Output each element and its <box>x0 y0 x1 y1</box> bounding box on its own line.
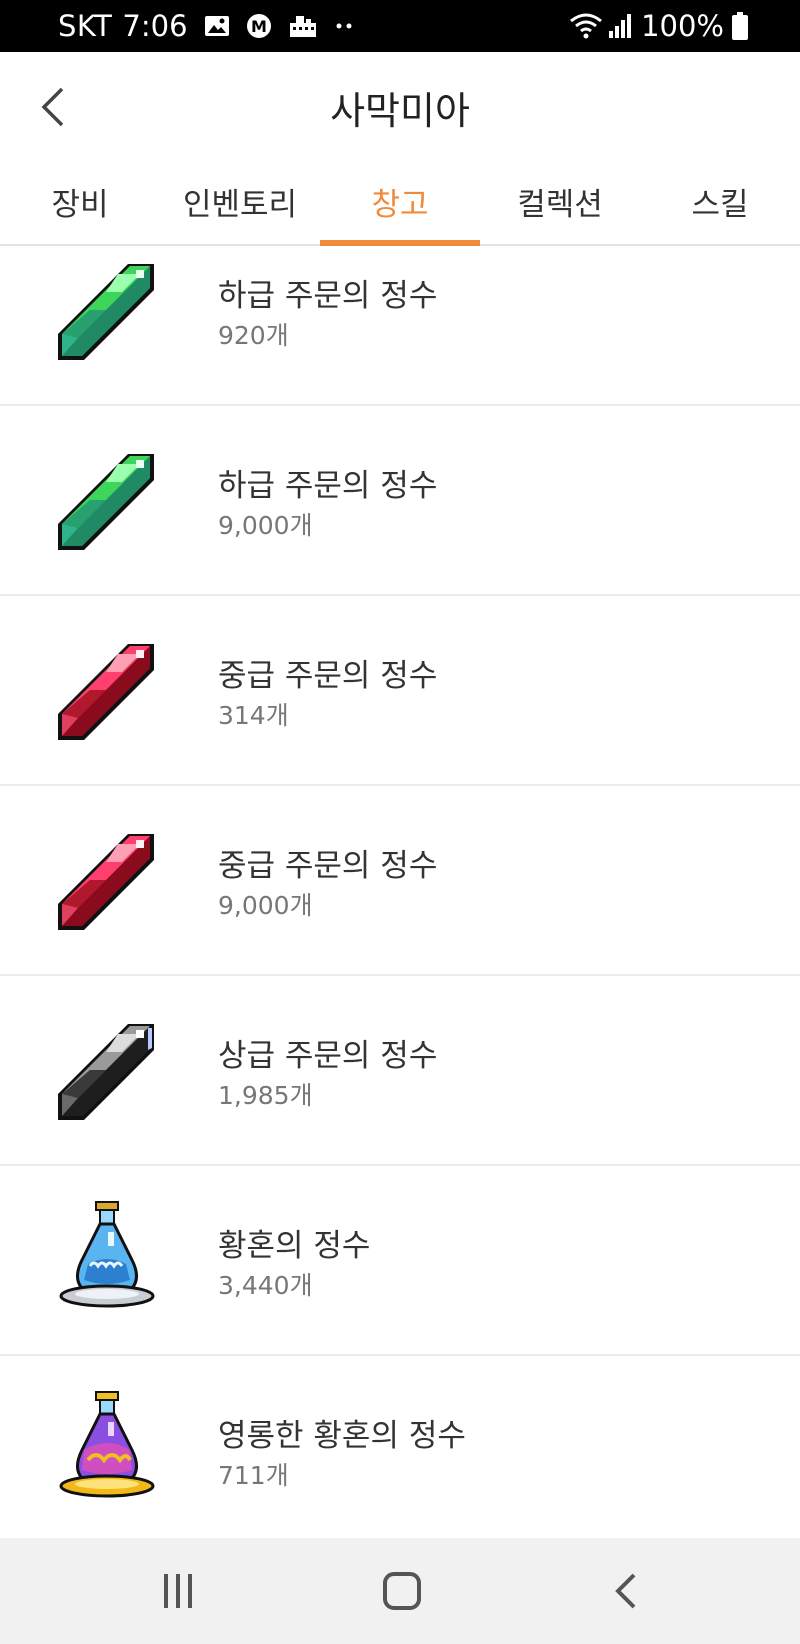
carrier-label: SKT <box>58 9 113 43</box>
signal-icon <box>607 13 633 39</box>
list-item[interactable]: 황혼의 정수 3,440개 <box>0 1166 800 1356</box>
tab-inventory[interactable]: 인벤토리 <box>160 158 320 244</box>
tab-label: 장비 <box>51 186 109 223</box>
red-crystal-icon <box>58 644 154 740</box>
building-icon <box>288 13 318 39</box>
status-bar: SKT 7:06 M 100% <box>0 0 800 52</box>
tab-label: 인벤토리 <box>182 186 298 223</box>
more-dots-icon <box>334 21 356 31</box>
status-left: SKT 7:06 M <box>58 9 356 43</box>
list-item[interactable]: 하급 주문의 정수 920개 <box>0 246 800 406</box>
item-count: 711개 <box>218 1461 289 1490</box>
tab-label: 컬렉션 <box>517 186 603 223</box>
storage-list[interactable]: 하급 주문의 정수 920개 하급 주문의 정수 9,000개 중급 주문의 정… <box>0 246 800 1538</box>
item-count: 920개 <box>218 321 289 350</box>
svg-text:M: M <box>251 17 267 36</box>
item-name: 황혼의 정수 <box>218 1228 371 1264</box>
app-header: 사막미아 <box>0 52 800 158</box>
red-crystal-icon <box>58 834 154 930</box>
green-crystal-icon <box>58 454 154 550</box>
blue-bottle-icon <box>59 1201 155 1308</box>
battery-percent: 100% <box>641 9 724 43</box>
green-crystal-icon <box>58 264 154 360</box>
item-count: 9,000개 <box>218 511 313 540</box>
tab-storage[interactable]: 창고 <box>320 158 480 246</box>
purple-bottle-icon <box>59 1391 155 1498</box>
item-count: 9,000개 <box>218 891 313 920</box>
item-name: 중급 주문의 정수 <box>218 848 438 884</box>
status-right: 100% <box>553 9 748 43</box>
clock: 7:06 <box>122 9 188 43</box>
item-count: 314개 <box>218 701 289 730</box>
home-icon <box>383 1572 421 1610</box>
home-button[interactable] <box>372 1566 432 1616</box>
battery-icon <box>732 12 748 40</box>
list-item[interactable]: 중급 주문의 정수 9,000개 <box>0 786 800 976</box>
list-item[interactable]: 중급 주문의 정수 314개 <box>0 596 800 786</box>
item-name: 하급 주문의 정수 <box>218 468 438 504</box>
black-crystal-icon <box>58 1024 154 1120</box>
item-count: 1,985개 <box>218 1081 313 1110</box>
wifi-icon <box>569 12 603 40</box>
tab-collection[interactable]: 컬렉션 <box>480 158 640 244</box>
tab-bar: 장비 인벤토리 창고 컬렉션 스킬 <box>0 158 800 246</box>
recent-apps-button[interactable] <box>148 1566 208 1616</box>
tab-skill[interactable]: 스킬 <box>640 158 800 244</box>
m-app-icon: M <box>246 13 272 39</box>
tab-label: 스킬 <box>691 186 749 223</box>
item-count: 3,440개 <box>218 1271 313 1300</box>
back-icon <box>615 1573 636 1609</box>
page-title: 사막미아 <box>330 89 470 133</box>
item-name: 중급 주문의 정수 <box>218 658 438 694</box>
list-item[interactable]: 하급 주문의 정수 9,000개 <box>0 406 800 596</box>
tab-label: 창고 <box>371 186 429 223</box>
item-name: 상급 주문의 정수 <box>218 1038 438 1074</box>
list-item[interactable]: 영롱한 황혼의 정수 711개 <box>0 1356 800 1538</box>
nav-back-button[interactable] <box>596 1566 656 1616</box>
list-item[interactable]: 상급 주문의 정수 1,985개 <box>0 976 800 1166</box>
item-name: 하급 주문의 정수 <box>218 278 438 314</box>
gallery-icon <box>204 14 230 38</box>
item-name: 영롱한 황혼의 정수 <box>218 1418 466 1454</box>
tab-equipment[interactable]: 장비 <box>0 158 160 244</box>
recent-apps-icon <box>164 1574 192 1608</box>
system-nav-bar <box>0 1538 800 1644</box>
